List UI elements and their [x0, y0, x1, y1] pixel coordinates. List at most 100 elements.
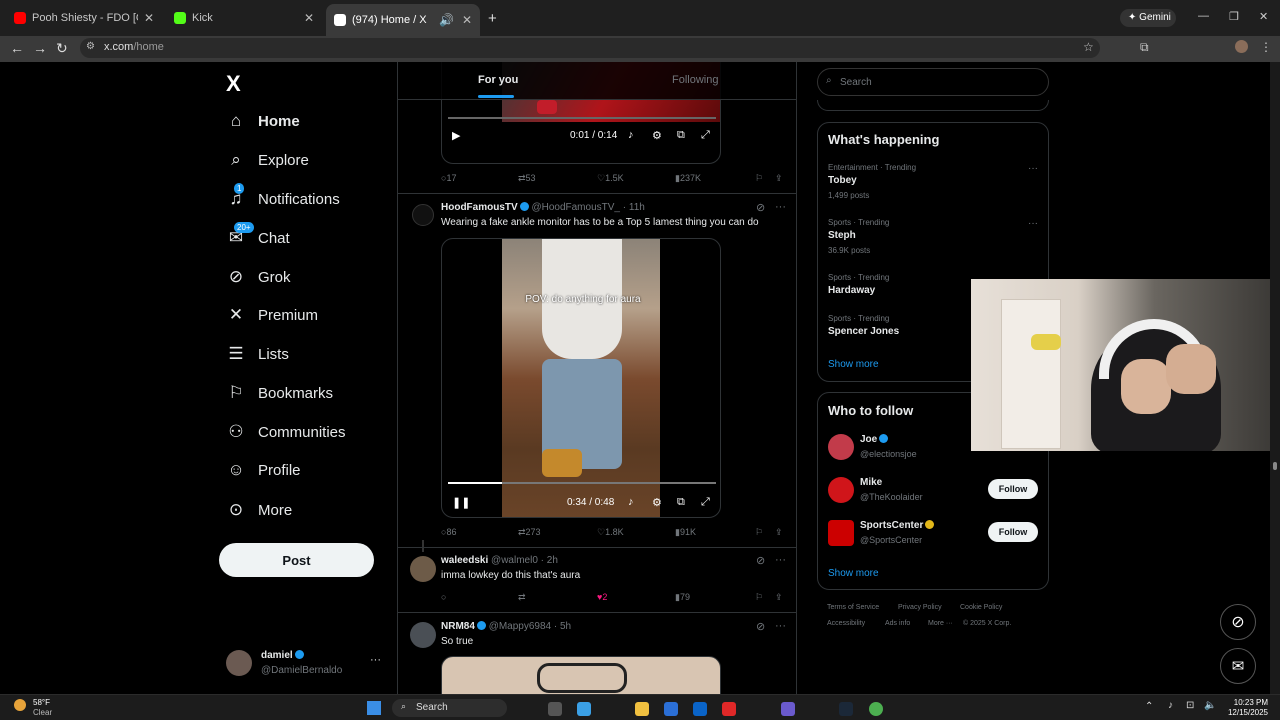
more-icon[interactable]: ···	[775, 620, 786, 632]
gemini-button[interactable]: ✦ Gemini	[1120, 9, 1176, 27]
follow-button[interactable]: Follow	[988, 522, 1038, 542]
url-bar[interactable]: x.com/home	[80, 38, 1100, 58]
nav-notifications[interactable]: ♫ 1 Notifications	[226, 183, 340, 209]
microphone-icon[interactable]: ♪	[1168, 700, 1173, 711]
chrome-icon[interactable]	[869, 702, 883, 716]
pip-icon[interactable]: ⧉	[677, 129, 685, 142]
suggestion-name[interactable]: Mike	[860, 477, 882, 488]
image-preview[interactable]	[441, 656, 721, 694]
clock-time[interactable]: 10:23 PM	[1222, 698, 1268, 707]
pause-icon[interactable]: ❚❚	[452, 496, 470, 509]
avatar[interactable]	[410, 556, 436, 582]
minimize-icon[interactable]: —	[1198, 10, 1209, 22]
show-more-link[interactable]: Show more	[828, 568, 879, 579]
grok-icon[interactable]: ⊘	[756, 201, 765, 214]
nav-bookmarks[interactable]: ⚐ Bookmarks	[226, 383, 333, 403]
nav-home[interactable]: ⌂ Home	[226, 111, 300, 131]
avatar[interactable]	[410, 622, 436, 648]
restore-icon[interactable]: ❐	[1229, 10, 1239, 23]
store-icon[interactable]	[664, 702, 678, 716]
app-icon[interactable]	[722, 702, 736, 716]
file-explorer-icon[interactable]	[635, 702, 649, 716]
weather-icon[interactable]	[14, 699, 26, 711]
browser-menu-icon[interactable]: ⋮	[1260, 40, 1272, 54]
author-name[interactable]: HoodFamousTV	[441, 202, 518, 213]
repost-button[interactable]: ⇄	[518, 592, 526, 603]
grok-icon[interactable]: ⊘	[756, 620, 765, 633]
volume-icon[interactable]: ♪	[628, 496, 634, 508]
repost-button[interactable]: ⇄ 53	[518, 173, 536, 184]
account-menu-icon[interactable]: ···	[370, 654, 381, 666]
like-button[interactable]: ♡ 1.8K	[597, 527, 624, 538]
avatar[interactable]	[412, 204, 434, 226]
post-button[interactable]: Post	[219, 543, 374, 577]
bookmark-icon[interactable]: ⚐	[755, 173, 763, 184]
reply-button[interactable]: ○ 86	[441, 527, 456, 537]
share-icon[interactable]: ⇪	[775, 592, 783, 603]
nav-chat[interactable]: ✉ 20+ Chat	[226, 222, 290, 248]
follow-button[interactable]: Follow	[988, 479, 1038, 499]
reply-button[interactable]: ○	[441, 592, 446, 602]
search-input[interactable]: Search	[817, 68, 1049, 96]
tray-chevron-icon[interactable]: ⌃	[1145, 701, 1153, 712]
author-name[interactable]: waleedski	[441, 555, 488, 566]
bookmark-icon[interactable]: ⚐	[755, 527, 763, 538]
video-player[interactable]: POV: do anything for aura ❚❚ 0:34 / 0:48…	[441, 238, 721, 518]
share-icon[interactable]: ⇪	[775, 527, 783, 538]
browser-tab-youtube[interactable]: Pooh Shiesty - FDO [Official M... ✕	[6, 4, 162, 32]
close-tab-icon[interactable]: ✕	[304, 11, 314, 25]
messages-float-button[interactable]: ✉	[1220, 648, 1256, 684]
close-tab-icon[interactable]: ✕	[462, 13, 472, 27]
close-tab-icon[interactable]: ✕	[144, 11, 154, 25]
settings-icon[interactable]: ⚙	[652, 496, 662, 509]
like-button[interactable]: ♥ 2	[597, 592, 607, 602]
tab-following[interactable]: Following	[672, 74, 718, 86]
share-icon[interactable]: ⇪	[775, 173, 783, 184]
reply-button[interactable]: ○ 17	[441, 173, 456, 183]
pip-icon[interactable]: ⧉	[677, 496, 685, 509]
views-button[interactable]: ▮ 79	[675, 592, 690, 603]
back-icon[interactable]: ←	[10, 40, 24, 56]
avatar[interactable]	[828, 434, 854, 460]
taskbar-search[interactable]: Search	[392, 699, 507, 717]
close-window-icon[interactable]: ✕	[1259, 10, 1268, 23]
footer-link[interactable]: Accessibility	[827, 620, 865, 627]
video-progress-track[interactable]	[448, 482, 716, 484]
trend-name[interactable]: Spencer Jones	[828, 326, 899, 337]
network-icon[interactable]: ⊡	[1186, 700, 1194, 711]
windows-start-icon[interactable]	[367, 701, 381, 715]
bookmark-star-icon[interactable]: ☆	[1083, 40, 1094, 54]
grok-float-button[interactable]: ⊘	[1220, 604, 1256, 640]
trend-name[interactable]: Steph	[828, 230, 856, 241]
nav-communities[interactable]: ⚇ Communities	[226, 422, 345, 442]
author-name[interactable]: NRM84	[441, 621, 475, 632]
tab-for-you[interactable]: For you	[478, 74, 518, 86]
grok-icon[interactable]: ⊘	[756, 554, 765, 567]
page-scrollbar[interactable]	[1270, 62, 1280, 694]
weather-temp[interactable]: 58°F	[33, 698, 50, 707]
suggestion-name[interactable]: SportsCenter	[860, 520, 935, 531]
footer-link[interactable]: Terms of Service	[827, 604, 879, 611]
more-icon[interactable]: ···	[1028, 163, 1038, 174]
suggestion-name[interactable]: Joe	[860, 434, 889, 445]
nav-explore[interactable]: ⌕ Explore	[226, 150, 309, 170]
author-handle[interactable]: @HoodFamousTV_	[531, 202, 620, 213]
views-button[interactable]: ▮ 237K	[675, 173, 701, 184]
reload-icon[interactable]: ↻	[56, 40, 68, 57]
browser-tab-kick[interactable]: Kick ✕	[166, 4, 322, 32]
discord-icon[interactable]	[781, 702, 795, 716]
play-icon[interactable]: ▶	[452, 129, 460, 142]
footer-link[interactable]: Cookie Policy	[960, 604, 1002, 611]
fullscreen-icon[interactable]: ⤢	[701, 496, 710, 509]
audio-icon[interactable]: 🔊	[439, 13, 454, 27]
steam-icon[interactable]	[839, 702, 853, 716]
nav-profile[interactable]: ☺ Profile	[226, 460, 300, 480]
tweet-time[interactable]: · 2h	[541, 555, 558, 566]
more-icon[interactable]: ···	[1028, 218, 1038, 229]
footer-link[interactable]: Privacy Policy	[898, 604, 942, 611]
new-tab-button[interactable]: +	[488, 10, 497, 27]
trend-name[interactable]: Tobey	[828, 175, 857, 186]
copilot-icon[interactable]	[577, 702, 591, 716]
author-handle[interactable]: @Mappy6984	[489, 621, 551, 632]
account-name[interactable]: damiel	[261, 650, 304, 661]
